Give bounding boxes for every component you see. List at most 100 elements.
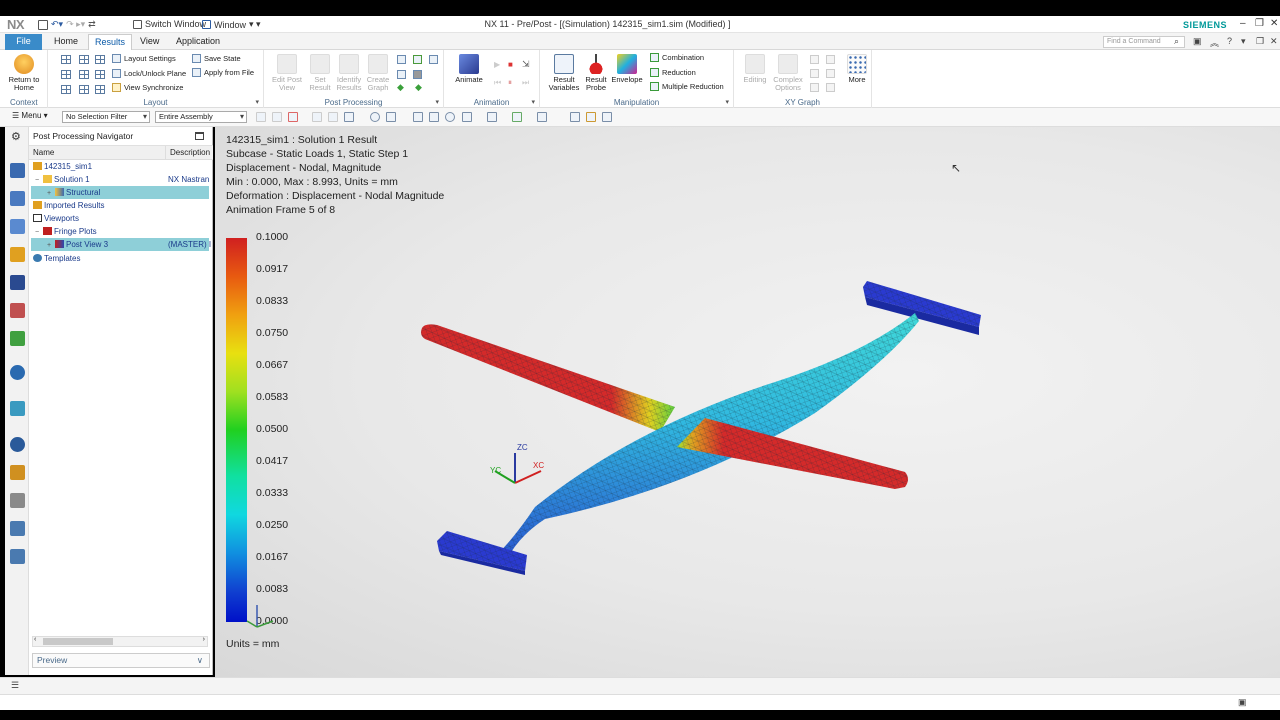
section-icon[interactable] — [537, 112, 547, 122]
zoom-icon[interactable] — [429, 112, 439, 122]
view-orient-icon[interactable] — [370, 112, 380, 122]
clock-icon[interactable] — [10, 437, 25, 452]
selection-filter-dropdown[interactable]: No Selection Filter — [62, 111, 150, 123]
snap-tool-2-icon[interactable] — [586, 112, 596, 122]
fit-view-icon[interactable] — [413, 112, 423, 122]
column-header-description[interactable]: Description — [165, 146, 213, 160]
first-frame-icon[interactable]: ⏮ — [494, 78, 501, 88]
chart-icon[interactable] — [429, 55, 438, 64]
step-icon[interactable]: ⇲ — [522, 59, 530, 70]
next-arrow-icon[interactable]: ◆ — [415, 82, 422, 93]
return-to-home-button[interactable]: Return to Home — [8, 54, 40, 92]
layout-3x2-icon[interactable] — [95, 70, 105, 79]
part-navigator-icon[interactable] — [10, 163, 25, 178]
web-browser-icon[interactable] — [10, 365, 25, 380]
marker-icon[interactable] — [413, 55, 422, 64]
tab-menu-icon[interactable]: ▾ — [1241, 36, 1246, 47]
tree-row-solution[interactable]: − Solution 1 NX Nastran — [31, 173, 209, 186]
collapse-ribbon-icon[interactable]: ︽ — [1210, 36, 1219, 49]
tree-row-fringe-plots[interactable]: − Fringe Plots — [31, 225, 209, 238]
find-command-input[interactable]: Find a Command — [1103, 36, 1185, 48]
simulation-navigator-icon[interactable] — [10, 247, 25, 262]
process-studio-icon[interactable] — [10, 493, 25, 508]
edit-post-view-button[interactable]: Edit Post View — [270, 54, 304, 92]
apply-from-file-button[interactable]: Apply from File — [192, 68, 254, 77]
result-variables-button[interactable]: Result Variables — [548, 54, 580, 92]
layout-2x2-icon[interactable] — [95, 55, 105, 64]
graph-tool-3-icon[interactable] — [810, 69, 819, 78]
shape-icon[interactable] — [413, 70, 422, 79]
display-mode-icon[interactable] — [487, 112, 497, 122]
status-toggle-icon[interactable]: ▣ — [1238, 697, 1247, 708]
layout-1x1-icon[interactable] — [61, 55, 71, 64]
search-icon[interactable]: ⌕ — [1174, 36, 1179, 47]
multiple-reduction-button[interactable]: Multiple Reduction — [650, 82, 724, 91]
select-tool-2-icon[interactable] — [272, 112, 282, 122]
layout-expand-icon[interactable]: ▾ — [255, 98, 259, 106]
lock-unlock-plane-button[interactable]: Lock/Unlock Plane — [112, 69, 186, 78]
tree-row-templates[interactable]: Templates — [31, 252, 209, 265]
play-icon[interactable]: ▶ — [494, 60, 500, 69]
create-graph-button[interactable]: Create Graph — [364, 54, 392, 92]
identify-results-button[interactable]: Identify Results — [334, 54, 364, 92]
tree-row-post-view[interactable]: + Post View 3 (MASTER) I — [31, 238, 211, 252]
assembly-filter-dropdown[interactable]: Entire Assembly — [155, 111, 247, 123]
tab-results[interactable]: Results — [88, 34, 133, 50]
graph-tool-4-icon[interactable] — [826, 69, 835, 78]
result-probe-button[interactable]: Result Probe — [582, 54, 610, 92]
minimize-icon[interactable]: – — [1240, 18, 1246, 29]
settings-gear-icon[interactable]: ⚙ — [11, 130, 21, 143]
layout-2x3-icon[interactable] — [79, 85, 89, 94]
select-tool-4-icon[interactable] — [312, 112, 322, 122]
tree-row-imported-results[interactable]: Imported Results — [31, 199, 209, 212]
reduction-button[interactable]: Reduction — [650, 68, 696, 77]
graph-tool-5-icon[interactable] — [810, 83, 819, 92]
envelope-button[interactable]: Envelope — [610, 54, 644, 84]
layout-settings-button[interactable]: Layout Settings — [112, 54, 176, 63]
expand-icon[interactable]: + — [47, 239, 55, 252]
scroll-thumb[interactable] — [43, 638, 113, 645]
view-cube-icon[interactable] — [386, 112, 396, 122]
graphics-viewport[interactable]: 142315_sim1 : Solution 1 Result Subcase … — [215, 127, 1280, 677]
restore-icon[interactable]: ❐ — [1255, 18, 1264, 29]
left-wing[interactable] — [421, 324, 675, 432]
roles-icon[interactable] — [10, 521, 25, 536]
more-button[interactable]: More — [844, 54, 870, 84]
set-result-button[interactable]: Set Result — [306, 54, 334, 92]
layout-1x2-icon[interactable] — [79, 55, 89, 64]
scroll-left-icon[interactable]: ‹ — [34, 636, 36, 643]
tab-home[interactable]: Home — [48, 34, 84, 50]
select-tool-3-icon[interactable] — [288, 112, 298, 122]
text-annotation-icon[interactable] — [397, 55, 406, 64]
graph-tool-6-icon[interactable] — [826, 83, 835, 92]
column-header-name[interactable]: Name — [29, 146, 165, 160]
select-tool-5-icon[interactable] — [328, 112, 338, 122]
pause-icon[interactable]: ⏸ — [508, 78, 512, 88]
close-doc-icon[interactable]: ✕ — [1270, 36, 1278, 47]
last-frame-icon[interactable]: ⏭ — [522, 78, 529, 88]
stop-icon[interactable]: ■ — [508, 60, 513, 69]
rotate-icon[interactable] — [445, 112, 455, 122]
editing-button[interactable]: Editing — [740, 54, 770, 84]
close-icon[interactable]: ✕ — [1270, 18, 1278, 29]
combination-button[interactable]: Combination — [650, 53, 704, 62]
maximize-panel-icon[interactable] — [195, 132, 204, 140]
select-tool-1-icon[interactable] — [256, 112, 266, 122]
rear-stabilizer[interactable] — [863, 281, 981, 335]
snap-tool-3-icon[interactable] — [602, 112, 612, 122]
file-tab[interactable]: File — [5, 34, 42, 50]
layer-icon[interactable] — [512, 112, 522, 122]
menu-button[interactable]: ☰ Menu ▾ — [12, 111, 48, 120]
post-processing-navigator-icon[interactable] — [10, 275, 25, 290]
tree-row-sim[interactable]: 142315_sim1 — [31, 160, 209, 173]
assembly-navigator-icon[interactable] — [10, 191, 25, 206]
scroll-right-icon[interactable]: › — [203, 636, 205, 643]
chevron-down-icon[interactable]: ∨ — [197, 654, 203, 667]
complex-options-button[interactable]: Complex Options — [772, 54, 804, 92]
layout-1x3-icon[interactable] — [61, 85, 71, 94]
tab-application[interactable]: Application — [170, 34, 226, 50]
layout-2x1-icon[interactable] — [61, 70, 71, 79]
graph-tool-2-icon[interactable] — [826, 55, 835, 64]
preview-section[interactable]: Preview ∨ — [32, 653, 210, 668]
tree-row-viewports[interactable]: Viewports — [31, 212, 209, 225]
